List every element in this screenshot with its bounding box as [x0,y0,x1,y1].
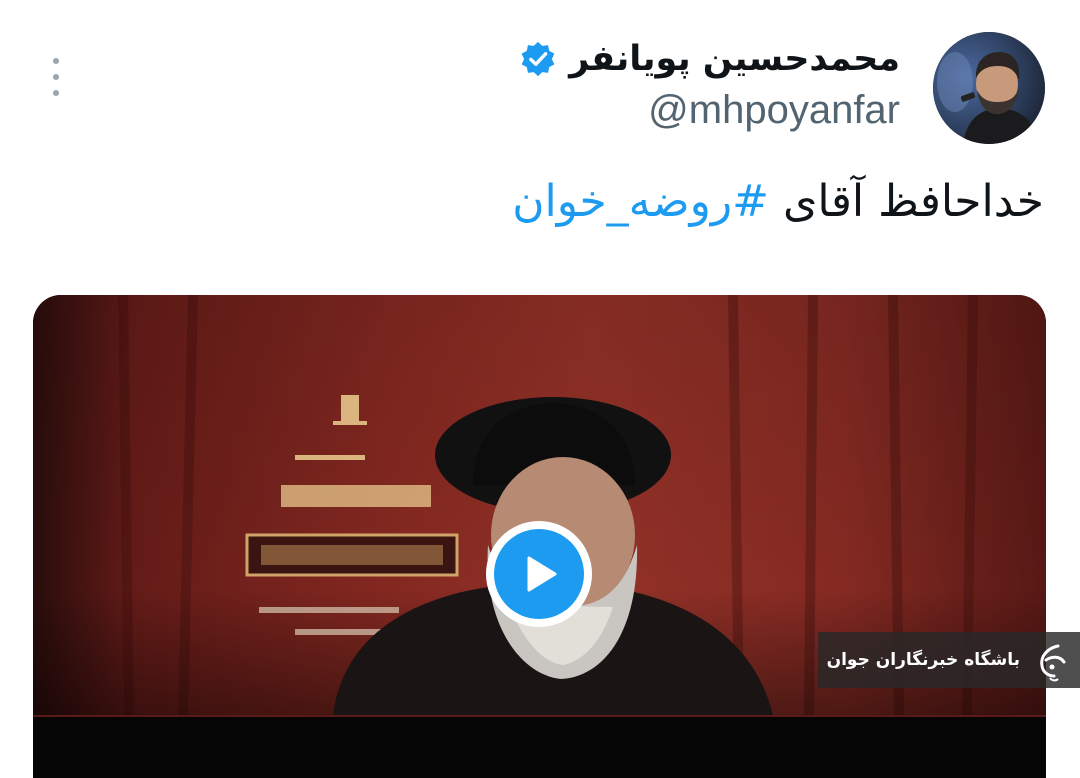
more-options-icon[interactable] [44,58,68,96]
play-icon [527,556,557,592]
video-black-bar [33,717,1046,778]
yjc-logo [1040,644,1066,682]
play-button[interactable] [486,521,592,627]
hashtag-link[interactable]: #روضه_خوان [512,176,769,227]
more-dot [53,58,59,64]
watermark-text: باشگاه خبرنگاران جوان [826,650,1020,670]
user-avatar[interactable] [933,32,1045,144]
more-dot [53,74,59,80]
author-display-name[interactable]: محمدحسین پویانفر [569,39,900,79]
verified-badge-icon [521,41,555,77]
play-button-circle [494,529,584,619]
tweet-text: خداحافظ آقای #روضه_خوان [512,170,1044,234]
author-name-row: محمدحسین پویانفر [519,30,900,88]
video-watermark: باشگاه خبرنگاران جوان [818,632,1080,688]
tweet-card: محمدحسین پویانفر @mhpoyanfar خداحافظ آقا… [0,0,1080,778]
more-dot [53,90,59,96]
author-handle[interactable]: @mhpoyanfar [519,88,900,133]
author-info: محمدحسین پویانفر @mhpoyanfar [519,30,900,133]
avatar-image [933,32,1045,144]
tweet-text-body: خداحافظ آقای [769,176,1044,227]
